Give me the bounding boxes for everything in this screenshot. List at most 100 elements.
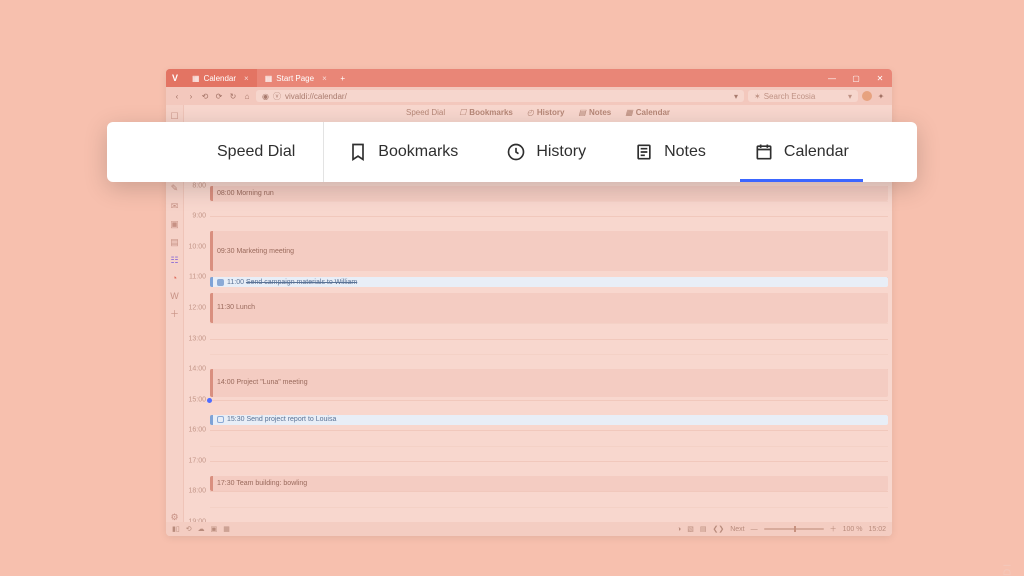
- minimize-button[interactable]: —: [820, 69, 844, 87]
- url-field[interactable]: ◉ ⓥ vivaldi://calendar/ ▾: [256, 90, 744, 102]
- hour-label: 16:00: [188, 427, 206, 434]
- hour-gutter: 7:008:009:0010:0011:0012:0013:0014:0015:…: [184, 155, 210, 522]
- tab-label: Calendar: [204, 74, 236, 83]
- task-checkbox[interactable]: [217, 416, 224, 423]
- new-tab-button[interactable]: +: [335, 69, 351, 87]
- vivaldi-logo-icon: V: [166, 69, 184, 87]
- event-title: 11:00 Send campaign materials to William: [227, 279, 357, 286]
- clock[interactable]: 15:02: [868, 526, 886, 533]
- hour-label: 15:00: [188, 396, 206, 403]
- notes-icon: ▤: [578, 108, 586, 117]
- zoom-out-button[interactable]: —: [751, 526, 758, 533]
- zoom-in-button[interactable]: ＋: [830, 524, 837, 534]
- url-text: vivaldi://calendar/: [285, 92, 347, 101]
- wikipedia-panel-icon[interactable]: W: [170, 291, 180, 301]
- tiling-icon[interactable]: ▦: [223, 525, 230, 533]
- event-title: 11:30 Lunch: [217, 304, 255, 311]
- notes-icon: [634, 142, 654, 162]
- page-actions-icon[interactable]: ▤: [700, 525, 707, 533]
- hour-label: 17:00: [188, 457, 206, 464]
- calendar-task[interactable]: 11:00 Send campaign materials to William: [210, 277, 888, 287]
- popup-calendar[interactable]: Calendar: [730, 122, 873, 182]
- hour-label: 14:00: [188, 366, 206, 373]
- code-icon[interactable]: ❮❯: [712, 525, 724, 533]
- sp-nav-speed-dial[interactable]: Speed Dial: [406, 108, 445, 117]
- popup-label: Notes: [664, 143, 706, 161]
- calendar-icon: ▦: [192, 74, 200, 83]
- tab-start-page[interactable]: ▦ Start Page ×: [257, 69, 335, 87]
- reader-icon[interactable]: ▾: [734, 92, 738, 101]
- calendar-task[interactable]: 15:30 Send project report to Louisa: [210, 415, 888, 425]
- cloud-icon[interactable]: ☁: [198, 525, 205, 533]
- popup-label: Calendar: [784, 143, 849, 161]
- start-page-nav-small: Speed Dial ☐Bookmarks ◴History ▤Notes ▦C…: [184, 105, 892, 119]
- sp-nav-calendar[interactable]: ▦Calendar: [625, 108, 670, 117]
- add-panel-button[interactable]: ＋: [170, 309, 180, 319]
- calendar-event[interactable]: 09:30 Marketing meeting: [210, 231, 888, 271]
- shield-icon: ◉: [262, 92, 269, 101]
- calendar-panel-icon[interactable]: ◔: [170, 273, 180, 283]
- calendar-day-grid[interactable]: 7:008:009:0010:0011:0012:0013:0014:0015:…: [184, 155, 892, 522]
- settings-button[interactable]: ⚙: [170, 512, 180, 522]
- search-field[interactable]: ✶ Search Ecosia ▾: [748, 90, 858, 102]
- calendar-event[interactable]: 11:30 Lunch: [210, 293, 888, 324]
- bookmarks-panel-icon[interactable]: ☐: [170, 111, 180, 121]
- current-time-marker: [207, 398, 212, 403]
- popup-label: History: [536, 143, 586, 161]
- site-info-icon: ⓥ: [273, 91, 281, 102]
- event-title: 09:30 Marketing meeting: [217, 248, 294, 255]
- home-button[interactable]: ⌂: [242, 92, 252, 101]
- sp-nav-bookmarks[interactable]: ☐Bookmarks: [459, 108, 513, 117]
- start-page-nav-popup: Speed Dial Bookmarks History Notes Calen…: [107, 122, 917, 182]
- tab-label: Start Page: [276, 74, 314, 83]
- close-icon[interactable]: ×: [244, 74, 249, 83]
- address-bar: ‹ › ⟲ ⟳ ↻ ⌂ ◉ ⓥ vivaldi://calendar/ ▾ ✶ …: [166, 87, 892, 105]
- popup-bookmarks[interactable]: Bookmarks: [324, 122, 482, 182]
- mail-panel-icon[interactable]: ✉: [170, 201, 180, 211]
- hour-label: 18:00: [188, 488, 206, 495]
- zoom-slider[interactable]: [764, 528, 824, 530]
- sp-nav-notes[interactable]: ▤Notes: [578, 108, 611, 117]
- profile-avatar[interactable]: [862, 91, 872, 101]
- tab-strip: V ▦ Calendar × ▦ Start Page × + — ▢ ✕: [166, 69, 892, 87]
- hour-label: 11:00: [189, 274, 206, 281]
- popup-label: Bookmarks: [378, 143, 458, 161]
- images-toggle-icon[interactable]: ▧: [687, 525, 694, 533]
- break-mode-icon[interactable]: ◑: [677, 526, 681, 533]
- event-title: 15:30 Send project report to Louisa: [227, 416, 336, 423]
- hour-label: 10:00: [188, 243, 206, 250]
- event-title: 17:30 Team building: bowling: [217, 480, 307, 487]
- fast-forward-button[interactable]: ⟳: [214, 92, 224, 101]
- popup-speed-dial[interactable]: Speed Dial: [107, 122, 324, 182]
- task-checkbox[interactable]: [217, 279, 224, 286]
- popup-notes[interactable]: Notes: [610, 122, 730, 182]
- tabs-panel-icon[interactable]: ▤: [170, 237, 180, 247]
- next-label: Next: [730, 526, 744, 533]
- panel-toggle-icon[interactable]: ▮▯: [172, 525, 180, 533]
- sp-nav-history[interactable]: ◴History: [527, 108, 565, 117]
- window-panel-icon[interactable]: ▣: [170, 219, 180, 229]
- close-window-button[interactable]: ✕: [868, 69, 892, 87]
- reload-button[interactable]: ↻: [228, 92, 238, 101]
- feeds-panel-icon[interactable]: ☷: [170, 255, 180, 265]
- tab-calendar[interactable]: ▦ Calendar ×: [184, 69, 257, 87]
- chevron-down-icon[interactable]: ▾: [848, 92, 852, 101]
- popup-label: Speed Dial: [217, 143, 295, 161]
- close-icon[interactable]: ×: [322, 74, 327, 83]
- zoom-value: 100 %: [843, 526, 863, 533]
- maximize-button[interactable]: ▢: [844, 69, 868, 87]
- hour-label: 13:00: [188, 335, 206, 342]
- calendar-event[interactable]: 14:00 Project "Luna" meeting: [210, 369, 888, 397]
- extensions-button[interactable]: ✦: [876, 92, 886, 101]
- calendar-event[interactable]: 17:30 Team building: bowling: [210, 476, 888, 491]
- popup-history[interactable]: History: [482, 122, 610, 182]
- sync-icon[interactable]: ⟲: [186, 525, 192, 533]
- back-button[interactable]: ‹: [172, 92, 182, 101]
- rewind-button[interactable]: ⟲: [200, 92, 210, 101]
- hour-label: 9:00: [192, 213, 206, 220]
- calendar-event[interactable]: 08:00 Morning run: [210, 186, 888, 201]
- hour-label: 8:00: [192, 182, 206, 189]
- capture-icon[interactable]: ▣: [211, 525, 218, 533]
- notes-panel-icon[interactable]: ✎: [170, 183, 180, 193]
- forward-button[interactable]: ›: [186, 92, 196, 101]
